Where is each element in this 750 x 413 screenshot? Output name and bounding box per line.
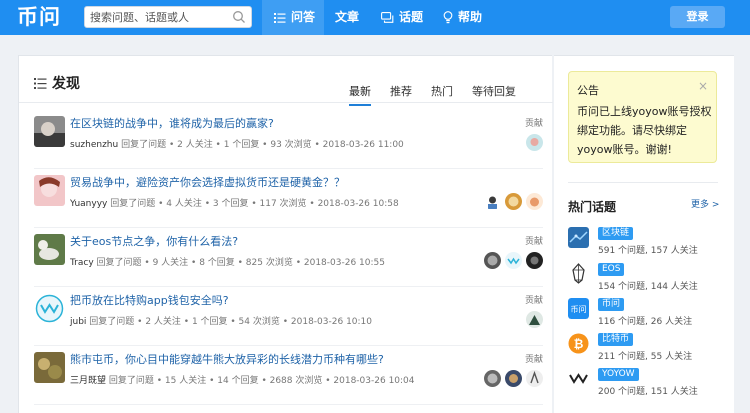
list-item: 在区块链的战争中，谁将成为最后的赢家? suzhenzhu 回复了问题 • 2 … <box>34 109 543 169</box>
search-box[interactable] <box>84 6 252 28</box>
site-logo[interactable]: 币问 <box>17 4 61 30</box>
question-meta: suzhenzhu 回复了问题 • 2 人关注 • 1 个回复 • 93 次浏览… <box>70 140 404 150</box>
topic-stats: 211 个问题, 55 人关注 <box>598 352 693 362</box>
topic-stats: 591 个问题, 157 人关注 <box>598 246 698 256</box>
contributor-avatar[interactable] <box>484 370 501 387</box>
page-title: 发现 <box>52 76 80 92</box>
contributor-avatar[interactable] <box>526 193 543 210</box>
topic-item: 币问 币问 116 个问题, 26 人关注 <box>568 298 728 328</box>
divider <box>19 102 553 103</box>
sidebar: 公告 × 币问已上线yoyow账号授权绑定功能。请尽快绑定yoyow账号。谢谢!… <box>554 55 734 413</box>
announcement-title: 公告 <box>577 84 599 97</box>
topic-tag[interactable]: 币问 <box>598 298 625 311</box>
top-navbar: 币问 问答 文章 话题 <box>0 0 750 35</box>
question-meta: jubi 回复了问题 • 2 人关注 • 1 个回复 • 54 次浏览 • 20… <box>70 317 373 327</box>
svg-text:币问: 币问 <box>571 305 587 314</box>
topic-stats: 116 个问题, 26 人关注 <box>598 317 693 327</box>
avatar[interactable] <box>34 293 65 324</box>
list-item: 熊市屯币，你心目中能穿越牛熊大放异彩的长线潜力币种有哪些? 三月既望 回复了问题… <box>34 345 543 405</box>
contributor-avatar[interactable] <box>526 370 543 387</box>
topic-tag[interactable]: EOS <box>598 263 625 276</box>
question-meta: 三月既望 回复了问题 • 15 人关注 • 14 个回复 • 2688 次浏览 … <box>70 376 415 386</box>
contributor-avatar[interactable] <box>505 370 522 387</box>
nav-label: 文章 <box>335 10 360 24</box>
topic-tag[interactable]: 比特币 <box>598 333 634 346</box>
username-link[interactable]: Yuanyyy <box>70 199 107 209</box>
question-title-link[interactable]: 关于eos节点之争，你有什么看法? <box>70 233 238 249</box>
avatar[interactable] <box>34 175 65 206</box>
more-link[interactable]: 更多 > <box>691 197 719 210</box>
announcement-box: 公告 × 币问已上线yoyow账号授权绑定功能。请尽快绑定yoyow账号。谢谢! <box>568 71 717 163</box>
svg-text:₿: ₿ <box>574 337 584 351</box>
topic-tag[interactable]: YOYOW <box>598 368 639 381</box>
question-title-link[interactable]: 贸易战争中，避险资产你会选择虚拟货币还是硬黄金？？ <box>70 174 345 190</box>
username-link[interactable]: suzhenzhu <box>70 140 118 150</box>
discover-panel: 发现 最新 推荐 热门 等待回复 在区块链的战争中，谁将成为最后的赢家? suz… <box>18 55 553 413</box>
topic-item: YOYOW 200 个问题, 151 人关注 <box>568 368 728 398</box>
contributor-avatar[interactable] <box>484 252 501 269</box>
contributor-avatar[interactable] <box>526 134 543 151</box>
username-link[interactable]: jubi <box>70 317 86 327</box>
topic-item: EOS 154 个问题, 144 人关注 <box>568 263 728 293</box>
question-meta: Yuanyyy 回复了问题 • 4 人关注 • 3 个回复 • 117 次浏览 … <box>70 199 399 209</box>
nav-label: 问答 <box>291 10 316 24</box>
blockchain-topic-icon[interactable] <box>568 227 589 248</box>
contributor-avatars <box>522 311 543 328</box>
bitcoin-topic-icon[interactable]: ₿ <box>568 333 589 354</box>
contributor-avatar[interactable] <box>505 193 522 210</box>
contributor-avatar[interactable] <box>526 311 543 328</box>
avatar[interactable] <box>34 116 65 147</box>
hot-topics-title: 热门话题 <box>568 200 617 214</box>
contributors-label: 贡献 <box>524 296 543 306</box>
question-meta: Tracy 回复了问题 • 9 人关注 • 8 个回复 • 825 次浏览 • … <box>70 258 385 268</box>
nav-help[interactable]: 帮助 <box>443 0 482 35</box>
nav-qa[interactable]: 问答 <box>262 0 324 35</box>
contributor-avatar[interactable] <box>505 252 522 269</box>
contributor-avatar[interactable] <box>484 193 501 210</box>
nav-label: 话题 <box>399 10 424 24</box>
contributor-avatars <box>522 134 543 151</box>
bulb-icon <box>443 11 453 24</box>
yoyow-topic-icon[interactable] <box>568 368 589 389</box>
topic-stats: 200 个问题, 151 人关注 <box>598 387 698 397</box>
question-title-link[interactable]: 在区块链的战争中，谁将成为最后的赢家? <box>70 115 274 131</box>
contributor-avatar[interactable] <box>526 252 543 269</box>
chat-icon <box>381 12 394 23</box>
username-link[interactable]: 三月既望 <box>70 376 106 386</box>
contributors-label: 贡献 <box>524 237 543 247</box>
discover-header: 发现 <box>34 73 80 93</box>
list-item: 关于eos节点之争，你有什么看法? Tracy 回复了问题 • 9 人关注 • … <box>34 227 543 287</box>
question-title-link[interactable]: 把币放在比特购app钱包安全吗? <box>70 292 229 308</box>
topic-stats: 154 个问题, 144 人关注 <box>598 282 698 292</box>
announcement-text: 币问已上线yoyow账号授权绑定功能。请尽快绑定yoyow账号。谢谢! <box>577 105 712 156</box>
contributors-label: 贡献 <box>524 119 543 129</box>
list-item: 把币放在比特购app钱包安全吗? jubi 回复了问题 • 2 人关注 • 1 … <box>34 286 543 346</box>
avatar[interactable] <box>34 234 65 265</box>
search-icon[interactable] <box>232 10 246 24</box>
topic-item: ₿ 比特币 211 个问题, 55 人关注 <box>568 333 728 363</box>
contributor-avatars <box>480 193 543 210</box>
list-icon <box>274 12 286 23</box>
username-link[interactable]: Tracy <box>70 258 94 268</box>
contributor-avatars <box>480 370 543 387</box>
nav-articles[interactable]: 文章 <box>335 0 359 35</box>
avatar[interactable] <box>34 352 65 383</box>
question-title-link[interactable]: 熊市屯币，你心目中能穿越牛熊大放异彩的长线潜力币种有哪些? <box>70 351 384 367</box>
topic-tag[interactable]: 区块链 <box>598 227 634 240</box>
close-icon[interactable]: × <box>698 79 708 93</box>
nav-label: 帮助 <box>458 10 483 24</box>
nav-topics[interactable]: 话题 <box>381 0 423 35</box>
contributors-label: 贡献 <box>524 355 543 365</box>
divider <box>568 182 718 183</box>
contributor-avatars <box>480 252 543 269</box>
list-icon <box>34 77 47 89</box>
login-button[interactable]: 登录 <box>670 6 725 28</box>
eos-topic-icon[interactable] <box>568 263 589 284</box>
biwen-topic-icon[interactable]: 币问 <box>568 298 589 319</box>
search-input[interactable] <box>85 7 225 27</box>
list-item: 贸易战争中，避险资产你会选择虚拟货币还是硬黄金？？ Yuanyyy 回复了问题 … <box>34 168 543 228</box>
topic-item: 区块链 591 个问题, 157 人关注 <box>568 227 728 257</box>
